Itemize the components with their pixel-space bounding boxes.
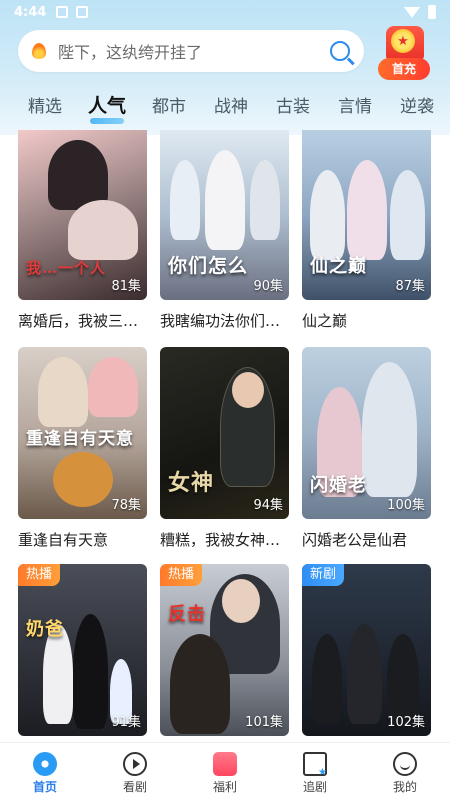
drama-card[interactable]: 热播 奶爸 91集 xyxy=(18,564,147,744)
tab-romance[interactable]: 言情 xyxy=(324,92,386,117)
poster-figure xyxy=(68,200,138,260)
hot-badge: 热播 xyxy=(160,564,203,586)
notification-icon xyxy=(76,6,89,18)
episode-count: 102集 xyxy=(387,715,425,730)
episode-count: 101集 xyxy=(245,715,283,730)
poster-title-art: 奶爸 xyxy=(26,619,64,640)
poster-title-art: 女神 xyxy=(168,470,215,496)
poster-figure xyxy=(73,614,108,729)
poster-figure xyxy=(38,357,88,427)
coin-icon: ★ xyxy=(391,29,415,53)
drama-card[interactable]: 我…一个人 81集 离婚后，我被三… xyxy=(18,130,147,347)
drama-card[interactable]: 女神 94集 糟糕，我被女神… xyxy=(160,347,289,564)
nav-welfare-label: 福利 xyxy=(212,779,237,794)
drama-grid: 我…一个人 81集 离婚后，我被三… 你们怎么 90集 我瞎编功法你们… 仙之巅… xyxy=(18,130,432,744)
flame-icon xyxy=(32,43,46,59)
poster-figure xyxy=(310,170,345,260)
tab-comeback[interactable]: 逆袭 xyxy=(386,92,448,117)
poster-figure xyxy=(170,160,200,240)
drama-title[interactable]: 糟糕，我被女神… xyxy=(160,529,289,550)
nav-watch[interactable]: 看剧 xyxy=(100,746,170,798)
first-recharge-label: 首充 xyxy=(378,58,430,80)
folder-star-icon xyxy=(303,751,327,778)
poster-title-art: 我…一个人 xyxy=(26,259,107,277)
drama-poster[interactable]: 闪婚老 100集 xyxy=(302,347,431,519)
drama-poster[interactable]: 热播 奶爸 91集 xyxy=(18,564,147,736)
episode-count: 81集 xyxy=(111,279,141,294)
drama-poster[interactable]: 女神 94集 xyxy=(160,347,289,519)
nav-home-label: 首页 xyxy=(32,779,57,794)
search-icon[interactable] xyxy=(330,41,350,61)
drama-title[interactable]: 重逢自有天意 xyxy=(18,529,147,550)
poster-figure xyxy=(347,624,382,724)
bottom-navigation: 首页 看剧 福利 追剧 我的 xyxy=(0,742,450,800)
nav-following[interactable]: 追剧 xyxy=(280,746,350,798)
gift-icon xyxy=(213,751,237,776)
drama-card[interactable]: 热播 反击 101集 xyxy=(160,564,289,744)
drama-poster[interactable]: 你们怎么 90集 xyxy=(160,130,289,300)
hot-badge: 热播 xyxy=(18,564,61,586)
poster-title-art: 仙之巅 xyxy=(310,256,367,277)
new-badge: 新剧 xyxy=(302,564,345,586)
tab-popular[interactable]: 人气 xyxy=(76,91,138,124)
category-tabs: 精选 人气 都市 战神 古装 言情 逆袭 xyxy=(0,84,450,124)
poster-face xyxy=(232,372,264,408)
poster-figure xyxy=(170,634,230,734)
search-placeholder[interactable]: 陛下，这纨绔开挂了 xyxy=(58,39,330,63)
drama-title[interactable]: 我瞎编功法你们… xyxy=(160,310,289,331)
episode-count: 90集 xyxy=(253,279,283,294)
drama-poster[interactable]: 重逢自有天意 78集 xyxy=(18,347,147,519)
drama-poster[interactable]: 新剧 102集 xyxy=(302,564,431,736)
poster-face xyxy=(222,579,260,623)
nav-home[interactable]: 首页 xyxy=(10,746,80,798)
poster-figure xyxy=(362,362,417,497)
tab-featured[interactable]: 精选 xyxy=(14,92,76,117)
poster-figure xyxy=(312,634,342,724)
status-bar: 4:44 xyxy=(0,0,450,24)
drama-title[interactable]: 仙之巅 xyxy=(302,310,431,331)
download-icon xyxy=(56,6,69,18)
poster-figure xyxy=(390,170,425,260)
tab-urban[interactable]: 都市 xyxy=(138,92,200,117)
battery-icon xyxy=(428,5,436,19)
drama-card[interactable]: 闪婚老 100集 闪婚老公是仙君 xyxy=(302,347,431,564)
poster-title-art: 重逢自有天意 xyxy=(26,429,134,449)
wifi-icon xyxy=(404,6,420,18)
poster-title-art: 闪婚老 xyxy=(310,475,367,496)
drama-card[interactable]: 新剧 102集 xyxy=(302,564,431,744)
bear-figure xyxy=(53,452,113,507)
drama-poster[interactable]: 仙之巅 87集 xyxy=(302,130,431,300)
drama-poster[interactable]: 我…一个人 81集 xyxy=(18,130,147,300)
drama-card[interactable]: 重逢自有天意 78集 重逢自有天意 xyxy=(18,347,147,564)
play-icon xyxy=(123,751,147,776)
search-bar[interactable]: 陛下，这纨绔开挂了 xyxy=(18,30,364,72)
drama-poster[interactable]: 热播 反击 101集 xyxy=(160,564,289,736)
nav-profile-label: 我的 xyxy=(392,779,417,794)
drama-card[interactable]: 你们怎么 90集 我瞎编功法你们… xyxy=(160,130,289,347)
drama-title[interactable]: 闪婚老公是仙君 xyxy=(302,529,431,550)
episode-count: 91集 xyxy=(111,715,141,730)
episode-count: 87集 xyxy=(395,279,425,294)
tab-costume[interactable]: 古装 xyxy=(262,92,324,117)
episode-count: 78集 xyxy=(111,498,141,513)
nav-profile[interactable]: 我的 xyxy=(370,746,440,798)
tab-war-god[interactable]: 战神 xyxy=(200,92,262,117)
poster-title-art: 你们怎么 xyxy=(168,255,249,277)
poster-figure xyxy=(88,357,138,417)
poster-title-art: 反击 xyxy=(168,604,206,625)
nav-watch-label: 看剧 xyxy=(122,779,147,794)
first-recharge-button[interactable]: ★ 首充 xyxy=(378,26,430,80)
poster-figure xyxy=(205,150,245,250)
episode-count: 100集 xyxy=(387,498,425,513)
status-time: 4:44 xyxy=(14,4,47,20)
poster-figure xyxy=(347,160,387,260)
drama-card[interactable]: 仙之巅 87集 仙之巅 xyxy=(302,130,431,347)
home-icon xyxy=(33,751,57,776)
episode-count: 94集 xyxy=(253,498,283,513)
profile-icon xyxy=(393,751,417,776)
poster-figure xyxy=(250,160,280,240)
nav-following-label: 追剧 xyxy=(302,779,327,794)
drama-title[interactable]: 离婚后，我被三… xyxy=(18,310,147,331)
nav-welfare[interactable]: 福利 xyxy=(190,746,260,798)
